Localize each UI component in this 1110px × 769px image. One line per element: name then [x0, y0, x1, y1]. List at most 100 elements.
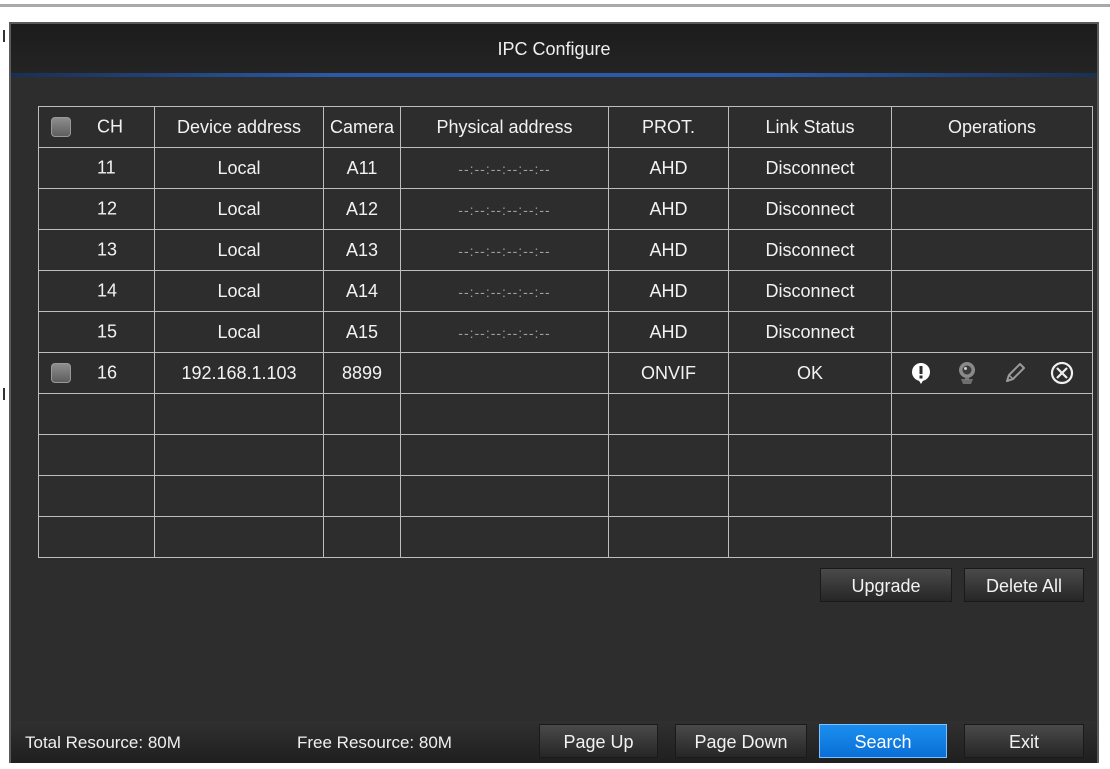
physical-address-value: --:--:--:--:--:--	[458, 324, 551, 341]
empty-cell	[154, 475, 324, 517]
empty-cell	[154, 393, 324, 435]
cell-protocol: AHD	[608, 188, 729, 230]
physical-address-value: --:--:--:--:--:--	[458, 201, 551, 218]
empty-cell	[891, 393, 1093, 435]
info-icon[interactable]	[909, 361, 933, 385]
cell-ch: 15	[38, 311, 155, 353]
cell-operations	[891, 147, 1093, 189]
cell-device-address: Local	[154, 188, 324, 230]
cell-device-address: Local	[154, 311, 324, 353]
ch-value: 12	[97, 198, 118, 219]
cell-link-status: Disconnect	[728, 188, 892, 230]
top-border-line	[0, 4, 1110, 7]
cell-protocol: AHD	[608, 229, 729, 271]
table-row[interactable]: 16 192.168.1.103 8899 ONVIF OK	[38, 352, 1093, 394]
cell-camera: A14	[323, 270, 401, 312]
table-row[interactable]: 13 Local A13 --:--:--:--:--:-- AHD Disco…	[38, 229, 1093, 271]
header-device-address: Device address	[154, 106, 324, 148]
empty-cell	[608, 393, 729, 435]
search-button[interactable]: Search	[819, 724, 947, 758]
table-row[interactable]: 11 Local A11 --:--:--:--:--:-- AHD Disco…	[38, 147, 1093, 189]
cell-physical-address: --:--:--:--:--:--	[400, 311, 609, 353]
page-up-button[interactable]: Page Up	[539, 724, 658, 758]
cell-ch: 13	[38, 229, 155, 271]
empty-cell	[400, 516, 609, 558]
empty-cell	[323, 393, 401, 435]
row-checkbox[interactable]	[51, 363, 71, 383]
physical-address-value: --:--:--:--:--:--	[458, 160, 551, 177]
table-row[interactable]: 14 Local A14 --:--:--:--:--:-- AHD Disco…	[38, 270, 1093, 312]
select-all-checkbox[interactable]	[51, 117, 71, 137]
table-row[interactable]	[38, 393, 1093, 435]
cell-ch: 16	[38, 352, 155, 394]
cell-physical-address: --:--:--:--:--:--	[400, 270, 609, 312]
ch-value: 11	[97, 157, 116, 178]
cell-protocol: AHD	[608, 311, 729, 353]
header-link-status: Link Status	[728, 106, 892, 148]
table-row[interactable]: 15 Local A15 --:--:--:--:--:-- AHD Disco…	[38, 311, 1093, 353]
delete-icon[interactable]	[1049, 360, 1075, 386]
empty-cell	[608, 516, 729, 558]
header-protocol: PROT.	[608, 106, 729, 148]
table-row[interactable]	[38, 516, 1093, 558]
cell-physical-address: --:--:--:--:--:--	[400, 229, 609, 271]
ch-value: 14	[97, 280, 118, 301]
empty-cell	[323, 434, 401, 476]
cell-camera: A11	[323, 147, 401, 189]
empty-cell	[38, 434, 155, 476]
edge-tick	[3, 388, 5, 400]
empty-cell	[154, 516, 324, 558]
cell-camera: A13	[323, 229, 401, 271]
cell-physical-address: --:--:--:--:--:--	[400, 188, 609, 230]
cell-device-address: Local	[154, 270, 324, 312]
cell-link-status: Disconnect	[728, 147, 892, 189]
empty-cell	[154, 434, 324, 476]
ch-value: 16	[97, 362, 118, 383]
window-title: IPC Configure	[11, 24, 1097, 74]
exit-button[interactable]: Exit	[964, 724, 1084, 758]
cell-link-status: Disconnect	[728, 229, 892, 271]
empty-cell	[38, 393, 155, 435]
page-down-button[interactable]: Page Down	[675, 724, 807, 758]
empty-cell	[323, 516, 401, 558]
free-resource-label: Free Resource: 80M	[297, 733, 452, 752]
ipc-configure-window: IPC Configure CH Device address Camera P…	[9, 22, 1099, 763]
total-resource-label: Total Resource: 80M	[25, 733, 181, 752]
cell-ch: 11	[38, 147, 155, 189]
ch-value: 13	[97, 239, 118, 260]
empty-cell	[38, 475, 155, 517]
cell-physical-address	[400, 352, 609, 394]
physical-address-value: --:--:--:--:--:--	[458, 283, 551, 300]
table-row[interactable]	[38, 475, 1093, 517]
cell-link-status: Disconnect	[728, 270, 892, 312]
empty-cell	[38, 516, 155, 558]
table-row[interactable]	[38, 434, 1093, 476]
table-row[interactable]: 12 Local A12 --:--:--:--:--:-- AHD Disco…	[38, 188, 1093, 230]
cell-operations	[891, 311, 1093, 353]
ch-value: 15	[97, 321, 118, 342]
cell-protocol: AHD	[608, 147, 729, 189]
empty-cell	[728, 434, 892, 476]
empty-cell	[608, 434, 729, 476]
cell-device-address: Local	[154, 147, 324, 189]
camera-icon[interactable]	[954, 360, 980, 386]
table-header-row: CH Device address Camera Physical addres…	[38, 106, 1093, 148]
ipc-channel-table: CH Device address Camera Physical addres…	[38, 106, 1093, 558]
upgrade-button[interactable]: Upgrade	[820, 568, 952, 602]
header-ch-label: CH	[97, 116, 123, 137]
cell-ch: 12	[38, 188, 155, 230]
header-camera: Camera	[323, 106, 401, 148]
cell-operations	[891, 352, 1093, 394]
header-ch: CH	[38, 106, 155, 148]
cell-camera: 8899	[323, 352, 401, 394]
empty-cell	[400, 434, 609, 476]
empty-cell	[323, 475, 401, 517]
cell-link-status: Disconnect	[728, 311, 892, 353]
edit-icon[interactable]	[1002, 360, 1028, 386]
header-operations: Operations	[891, 106, 1093, 148]
cell-camera: A12	[323, 188, 401, 230]
cell-physical-address: --:--:--:--:--:--	[400, 147, 609, 189]
header-physical-address: Physical address	[400, 106, 609, 148]
cell-link-status: OK	[728, 352, 892, 394]
delete-all-button[interactable]: Delete All	[964, 568, 1084, 602]
